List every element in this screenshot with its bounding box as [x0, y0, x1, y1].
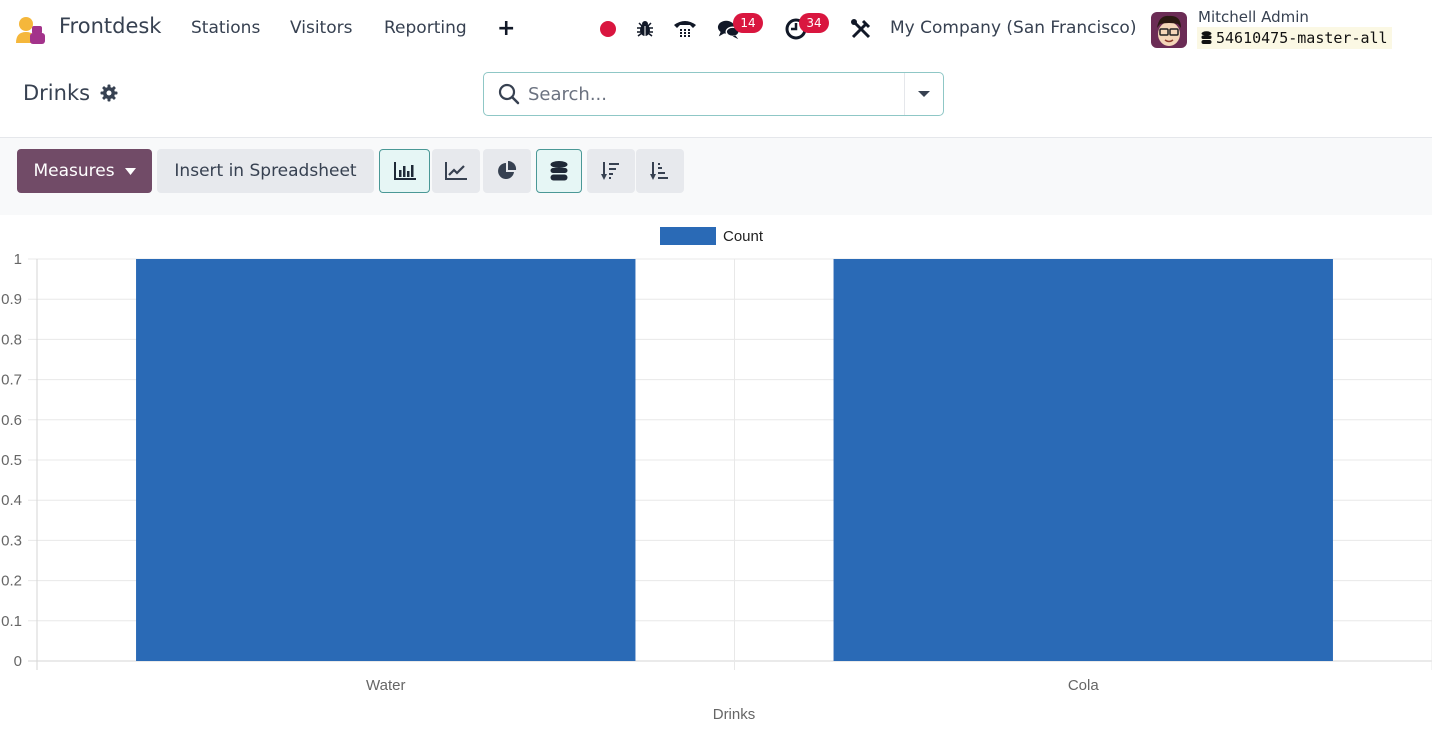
- line-chart-view-button[interactable]: [432, 149, 480, 193]
- y-tick-label: 0.4: [1, 492, 22, 509]
- frontdesk-logo-icon[interactable]: [15, 15, 47, 45]
- menu-reporting[interactable]: Reporting: [384, 18, 467, 38]
- control-panel: Drinks: [0, 60, 1432, 138]
- legend-swatch-count[interactable]: [660, 227, 716, 245]
- app-name[interactable]: Frontdesk: [59, 14, 161, 38]
- measures-button[interactable]: Measures: [17, 149, 152, 193]
- x-tick-label: Water: [366, 677, 405, 694]
- search-input[interactable]: [528, 81, 898, 107]
- stacked-toggle-button[interactable]: [536, 149, 582, 193]
- line-chart-icon: [445, 162, 467, 180]
- database-name: 54610475-master-all: [1216, 29, 1388, 47]
- sort-ascending-button[interactable]: [636, 149, 684, 193]
- search-options-toggle[interactable]: [904, 73, 943, 115]
- y-tick-label: 0.3: [1, 532, 22, 549]
- messages-count-badge: 14: [733, 13, 763, 33]
- recording-dot-icon[interactable]: [596, 17, 620, 41]
- database-badge: 54610475-master-all: [1197, 27, 1392, 49]
- new-plus-button[interactable]: +: [497, 16, 515, 41]
- menu-stations[interactable]: Stations: [191, 18, 260, 38]
- y-tick-label: 0: [14, 653, 22, 670]
- bar-cola[interactable]: [833, 259, 1333, 661]
- top-navbar: Frontdesk Stations Visitors Reporting + …: [0, 0, 1432, 60]
- bar-water[interactable]: [136, 259, 636, 661]
- activities-count-badge: 34: [799, 13, 829, 33]
- y-tick-label: 0.1: [1, 613, 22, 630]
- database-icon: [1201, 31, 1212, 44]
- y-tick-label: 0.6: [1, 412, 22, 429]
- insert-label: Insert in Spreadsheet: [174, 161, 357, 181]
- bug-icon[interactable]: [633, 17, 657, 41]
- legend-label-count[interactable]: Count: [723, 228, 764, 245]
- pie-chart-view-button[interactable]: [483, 149, 531, 193]
- database-stack-icon: [550, 161, 568, 181]
- caret-down-icon: [918, 91, 930, 97]
- y-tick-label: 0.9: [1, 291, 22, 308]
- company-switcher[interactable]: My Company (San Francisco): [890, 18, 1136, 38]
- y-tick-label: 0.5: [1, 452, 22, 469]
- y-tick-label: 0.7: [1, 372, 22, 389]
- pie-chart-icon: [498, 161, 517, 179]
- phone-icon[interactable]: [673, 17, 697, 41]
- sort-descending-icon: [601, 162, 619, 180]
- y-tick-label: 0.8: [1, 331, 22, 348]
- gear-icon[interactable]: [100, 84, 118, 102]
- page-title: Drinks: [23, 81, 118, 105]
- search-icon: [498, 83, 520, 105]
- user-avatar[interactable]: [1151, 12, 1187, 48]
- bar-chart: 00.10.20.30.40.50.60.70.80.91 Water Cola …: [1, 227, 1432, 723]
- measures-label: Measures: [33, 161, 115, 181]
- bar-chart-icon: [393, 162, 416, 180]
- user-name[interactable]: Mitchell Admin: [1198, 8, 1309, 26]
- search-bar: [483, 72, 944, 116]
- y-tick-label: 1: [14, 251, 22, 268]
- x-tick-label: Cola: [1068, 677, 1100, 694]
- graph-toolbar: Measures Insert in Spreadsheet: [0, 138, 1432, 215]
- caret-down-icon: [124, 167, 136, 175]
- graph-area: 0 0.1 0.2 0.3 0.4 0.5 0.6 0.7 0.8 0.9 1 Water Cola …: [0, 215, 1432, 732]
- x-axis-ticks: Water Cola: [366, 677, 1099, 694]
- y-tick-label: 0.2: [1, 573, 22, 590]
- insert-in-spreadsheet-button[interactable]: Insert in Spreadsheet: [157, 149, 374, 193]
- x-axis-title: Drinks: [713, 706, 756, 723]
- y-axis-ticks: 0 0.1 0.2 0.3 0.4 0.5 0.6 0.7 0.8 0.9 1: [1, 251, 22, 670]
- menu-visitors[interactable]: Visitors: [290, 18, 352, 38]
- tools-icon[interactable]: [849, 17, 873, 41]
- sort-descending-button[interactable]: [587, 149, 635, 193]
- sort-ascending-icon: [650, 162, 668, 180]
- bar-chart-view-button[interactable]: [379, 149, 430, 193]
- breadcrumb-title: Drinks: [23, 81, 91, 105]
